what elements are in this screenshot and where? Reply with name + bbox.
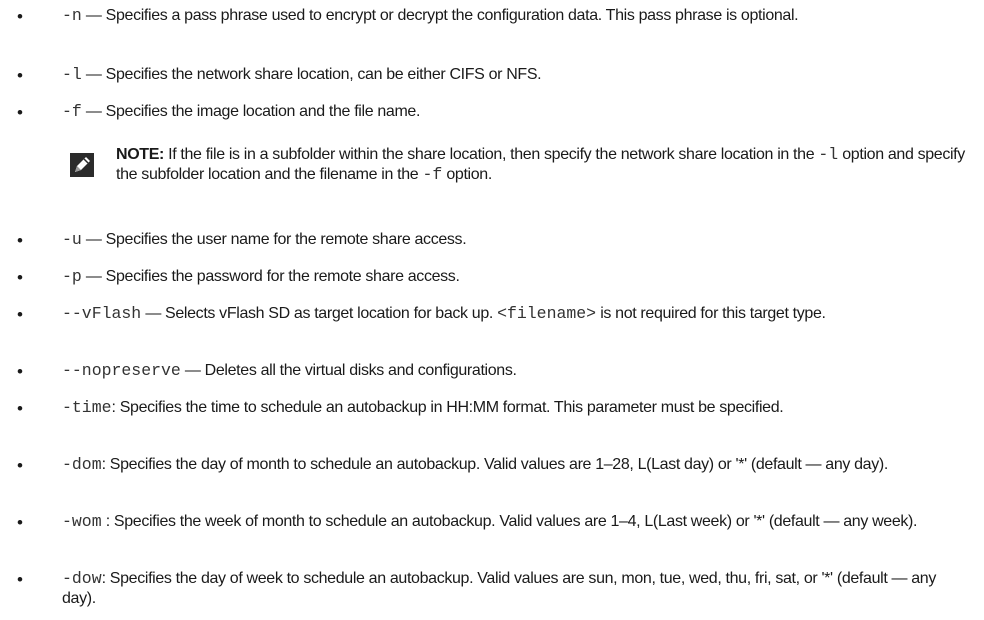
note-text-part: option. [442,166,492,183]
bullet: • [17,513,23,532]
pencil-note-icon [70,153,94,177]
bullet: • [17,231,23,250]
list-item-text: -time: Specifies the time to schedule an… [62,398,962,418]
option-description: : Specifies the day of week to schedule … [62,570,937,607]
option-code: -f [62,102,82,121]
option-description: : Specifies the day of month to schedule… [101,456,889,473]
option-code: -u [62,230,82,249]
option-description: — Specifies the network share location, … [81,66,542,83]
option-code: -l [62,65,82,84]
option-code: --vFlash [62,304,142,323]
list-item-text: --vFlash — Selects vFlash SD as target l… [62,304,962,324]
option-description: — Selects vFlash SD as target location f… [141,305,498,322]
option-code: -l [818,145,839,164]
option-code: -dow [62,569,102,588]
option-description: — Deletes all the virtual disks and conf… [180,362,517,379]
bullet: • [17,362,23,381]
list-item-text: -f — Specifies the image location and th… [62,102,962,122]
option-code: --nopreserve [62,361,181,380]
option-code: -p [62,267,82,286]
note-text-part: If the file is in a subfolder within the… [164,146,819,163]
list-item-text: -wom : Specifies the week of month to sc… [62,512,962,532]
bullet: • [17,7,23,26]
bullet: • [17,66,23,85]
option-code: -time [62,398,112,417]
list-item-text: -u — Specifies the user name for the rem… [62,230,962,250]
bullet: • [17,268,23,287]
option-code: -dom [62,455,102,474]
option-description: — Specifies a pass phrase used to encryp… [81,7,799,24]
option-description: : Specifies the time to schedule an auto… [111,399,784,416]
list-item-text: -dow: Specifies the day of week to sched… [62,569,962,609]
option-code: -n [62,6,82,25]
option-code: <filename> [497,304,597,323]
bullet: • [17,399,23,418]
list-item-text: -n — Specifies a pass phrase used to enc… [62,6,962,26]
bullet: • [17,103,23,122]
bullet: • [17,570,23,589]
note-text: NOTE: If the file is in a subfolder with… [116,145,976,185]
list-item-text: -l — Specifies the network share locatio… [62,65,962,85]
list-item-text: -dom: Specifies the day of month to sche… [62,455,962,475]
bullet: • [17,305,23,324]
option-description: — Specifies the password for the remote … [81,268,460,285]
option-description: — Specifies the image location and the f… [81,103,421,120]
list-item-text: --nopreserve — Deletes all the virtual d… [62,361,962,381]
option-code: -wom [62,512,102,531]
list-item-text: -p — Specifies the password for the remo… [62,267,962,287]
option-description: — Specifies the user name for the remote… [81,231,467,248]
option-description: is not required for this target type. [596,305,826,322]
option-description: : Specifies the week of month to schedul… [101,513,918,530]
bullet: • [17,456,23,475]
option-code: -f [422,165,443,184]
note-label: NOTE: [116,146,165,163]
